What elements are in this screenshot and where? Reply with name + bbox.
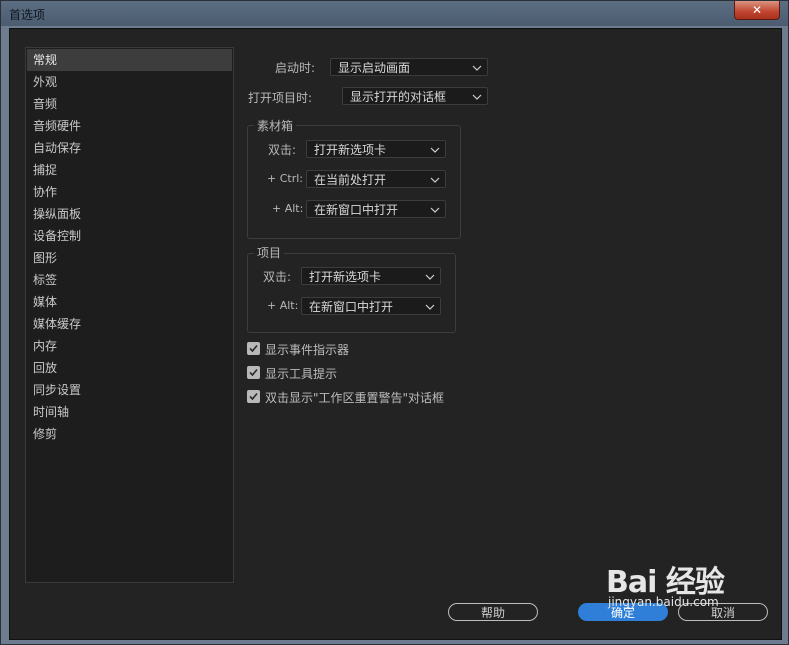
workspace-reset-warning-checkbox[interactable]	[247, 390, 260, 403]
bin-double-click-label: 双击:	[268, 143, 297, 157]
open-project-dropdown[interactable]: 显示打开的对话框	[342, 87, 488, 105]
project-alt-dropdown[interactable]: 在新窗口中打开	[301, 297, 441, 315]
window-title: 首选项	[9, 8, 46, 22]
help-button[interactable]: 帮助	[448, 603, 538, 621]
bin-double-click-value: 打开新选项卡	[314, 143, 387, 157]
sidebar-item-graphics[interactable]: 图形	[27, 247, 232, 269]
sidebar-item-playback[interactable]: 回放	[27, 357, 232, 379]
chevron-down-icon	[430, 177, 440, 183]
sidebar-item-auto-save[interactable]: 自动保存	[27, 137, 232, 159]
close-button[interactable]: ✕	[734, 1, 780, 20]
chevron-down-icon	[425, 304, 435, 310]
sidebar-item-labels[interactable]: 标签	[27, 269, 232, 291]
bin-alt-value: 在新窗口中打开	[314, 203, 399, 217]
chevron-down-icon	[425, 274, 435, 280]
startup-label: 启动时:	[275, 61, 316, 75]
open-project-label: 打开项目时:	[248, 91, 313, 105]
sidebar-item-capture[interactable]: 捕捉	[27, 159, 232, 181]
project-double-click-dropdown[interactable]: 打开新选项卡	[301, 267, 441, 285]
watermark-url: jingyan.baidu.com	[608, 595, 719, 609]
show-tooltips-checkbox[interactable]	[247, 366, 260, 379]
workspace-reset-warning-label: 双击显示"工作区重置警告"对话框	[265, 391, 445, 405]
sidebar-item-audio[interactable]: 音频	[27, 93, 232, 115]
sidebar-item-media-cache[interactable]: 媒体缓存	[27, 313, 232, 335]
close-icon: ✕	[751, 3, 763, 17]
sidebar-item-timeline[interactable]: 时间轴	[27, 401, 232, 423]
sidebar-item-sync-settings[interactable]: 同步设置	[27, 379, 232, 401]
bin-alt-label: + Alt:	[272, 202, 304, 215]
title-bar[interactable]: 首选项 ✕	[1, 1, 788, 26]
sidebar-item-general[interactable]: 常规	[27, 49, 232, 71]
category-sidebar: 常规 外观 音频 音频硬件 自动保存 捕捉 协作 操纵面板 设备控制 图形 标签…	[25, 47, 234, 583]
checkmark-icon	[249, 392, 258, 401]
show-event-indicators-label: 显示事件指示器	[265, 343, 350, 357]
bin-ctrl-value: 在当前处打开	[314, 173, 387, 187]
baidu-watermark: Bai 经验 jingyan.baidu.com	[606, 555, 776, 615]
show-tooltips-label: 显示工具提示	[265, 367, 338, 381]
project-alt-label: + Alt:	[267, 299, 299, 312]
checkmark-icon	[249, 344, 258, 353]
sidebar-item-control-surface[interactable]: 操纵面板	[27, 203, 232, 225]
chevron-down-icon	[430, 147, 440, 153]
chevron-down-icon	[430, 207, 440, 213]
preferences-window: 首选项 ✕ 常规 外观 音频 音频硬件 自动保存 捕捉 协作 操纵面板 设备控制…	[0, 0, 789, 645]
dialog-content: 常规 外观 音频 音频硬件 自动保存 捕捉 协作 操纵面板 设备控制 图形 标签…	[9, 28, 782, 640]
bin-ctrl-label: + Ctrl:	[267, 172, 303, 185]
startup-value: 显示启动画面	[338, 61, 411, 75]
bin-alt-dropdown[interactable]: 在新窗口中打开	[306, 200, 446, 218]
project-group	[247, 253, 456, 333]
sidebar-item-memory[interactable]: 内存	[27, 335, 232, 357]
sidebar-item-audio-hardware[interactable]: 音频硬件	[27, 115, 232, 137]
bin-double-click-dropdown[interactable]: 打开新选项卡	[306, 140, 446, 158]
startup-dropdown[interactable]: 显示启动画面	[330, 58, 488, 76]
sidebar-item-media[interactable]: 媒体	[27, 291, 232, 313]
sidebar-item-trim[interactable]: 修剪	[27, 423, 232, 445]
project-alt-value: 在新窗口中打开	[309, 300, 394, 314]
sidebar-item-collaboration[interactable]: 协作	[27, 181, 232, 203]
project-double-click-label: 双击:	[263, 270, 292, 284]
sidebar-item-appearance[interactable]: 外观	[27, 71, 232, 93]
project-group-title: 项目	[254, 244, 285, 261]
checkmark-icon	[249, 368, 258, 377]
open-project-value: 显示打开的对话框	[350, 90, 447, 104]
bin-group-title: 素材箱	[254, 117, 297, 134]
sidebar-item-device-control[interactable]: 设备控制	[27, 225, 232, 247]
bin-ctrl-dropdown[interactable]: 在当前处打开	[306, 170, 446, 188]
show-event-indicators-checkbox[interactable]	[247, 342, 260, 355]
chevron-down-icon	[472, 94, 482, 100]
project-double-click-value: 打开新选项卡	[309, 270, 382, 284]
chevron-down-icon	[472, 65, 482, 71]
